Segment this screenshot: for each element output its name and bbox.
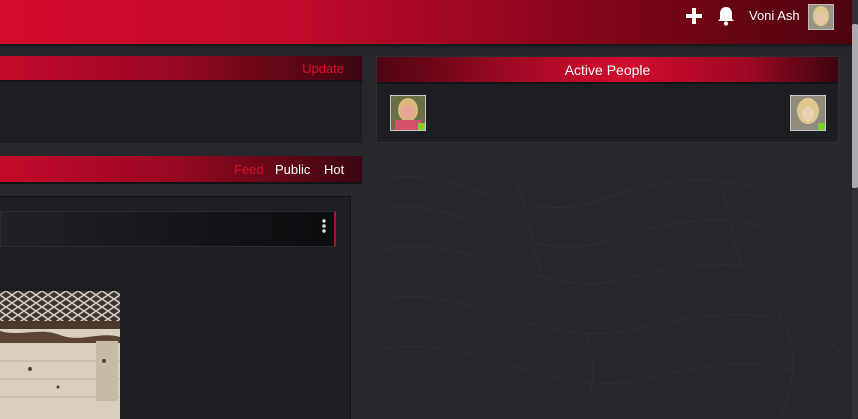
kebab-menu-icon[interactable] <box>321 218 327 234</box>
page-scrollbar[interactable] <box>852 0 858 418</box>
top-left-panel-header: Update <box>0 56 362 82</box>
scrollbar-thumb[interactable] <box>852 24 858 188</box>
feed-content <box>0 196 351 419</box>
online-status-dot <box>418 123 425 130</box>
tab-hot[interactable]: Hot <box>324 162 344 177</box>
user-avatar[interactable] <box>808 4 834 30</box>
active-person-avatar[interactable] <box>790 95 826 131</box>
active-people-header: Active People <box>377 57 838 84</box>
feed-header: Feed Public Hot <box>0 156 362 184</box>
post-header-bar <box>0 211 336 247</box>
post-image[interactable] <box>0 291 120 419</box>
user-name-link[interactable]: Voni Ash <box>749 8 800 23</box>
active-person-avatar[interactable] <box>390 95 426 131</box>
tab-feed[interactable]: Feed <box>234 162 264 177</box>
top-navigation-bar: Voni Ash <box>0 0 852 44</box>
top-left-panel: Update <box>0 56 362 143</box>
online-status-dot <box>818 123 825 130</box>
tab-public[interactable]: Public <box>275 162 310 177</box>
active-people-title: Active People <box>564 62 651 78</box>
plus-icon[interactable] <box>684 6 704 26</box>
active-people-panel: Active People <box>376 56 839 143</box>
bell-icon[interactable] <box>716 5 736 27</box>
update-link[interactable]: Update <box>302 61 344 76</box>
